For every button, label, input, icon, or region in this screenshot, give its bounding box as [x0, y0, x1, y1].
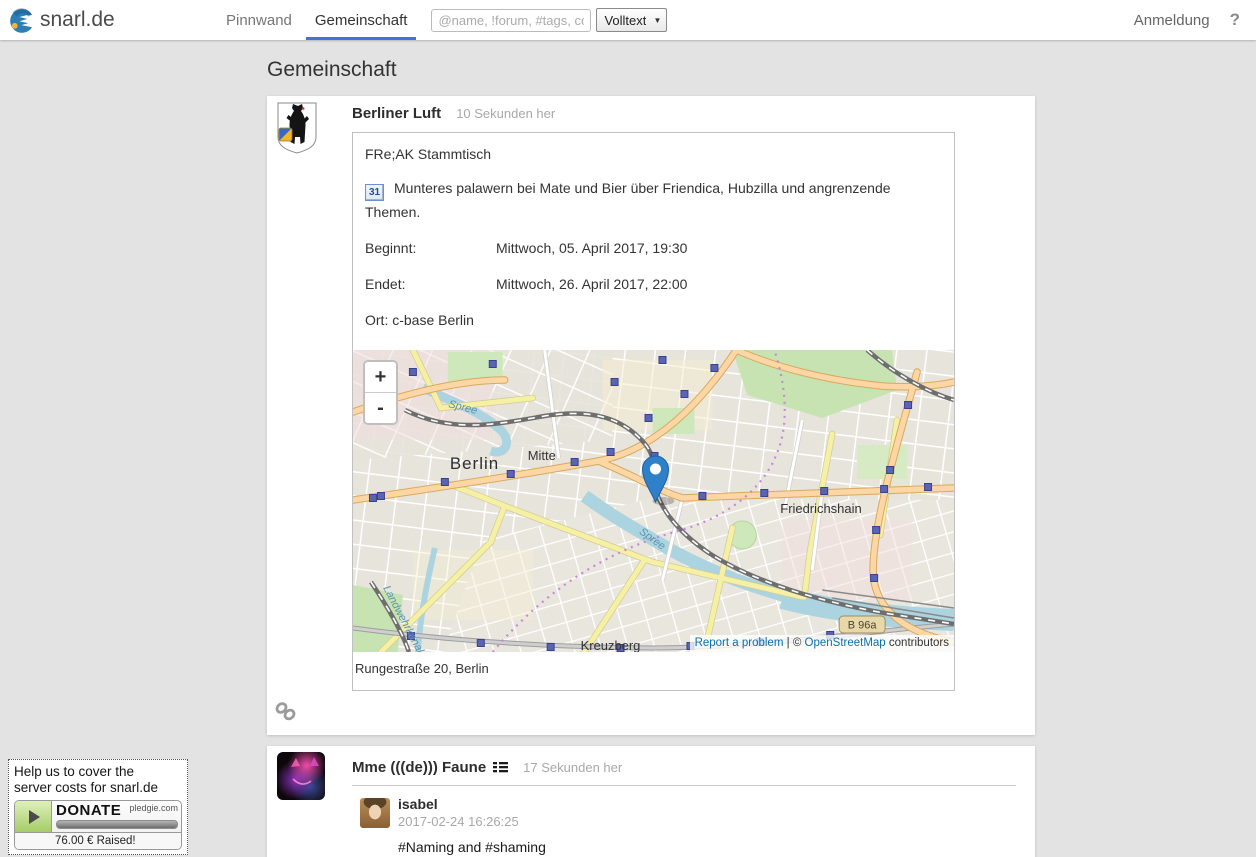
- avatar-berliner-luft[interactable]: [277, 102, 317, 159]
- community-page: Gemeinschaft Berliner Luft 10 Sekunden h…: [0, 40, 1256, 857]
- post-time: 10 Sekunden her: [456, 106, 555, 121]
- openstreetmap-link[interactable]: OpenStreetMap: [805, 637, 886, 649]
- svg-text:B 96a: B 96a: [848, 619, 878, 631]
- snarl-logo-icon: [8, 8, 33, 33]
- post-author[interactable]: Mme (((de))) Faune: [352, 759, 486, 776]
- map-label-kreuzberg: Kreuzberg: [581, 638, 641, 652]
- shared-text[interactable]: #Naming and #shaming: [398, 839, 1035, 855]
- pledgie-site-label: pledgie.com: [129, 802, 178, 813]
- map-label-mitte: Mitte: [528, 448, 556, 463]
- donate-label: DONATE: [56, 802, 121, 819]
- main-nav: Pinnwand Gemeinschaft: [217, 0, 421, 40]
- event-location: Ort: c-base Berlin: [365, 312, 942, 328]
- event-start-row: Beginnt:Mittwoch, 05. April 2017, 19:30: [365, 240, 942, 256]
- post-time: 17 Sekunden her: [523, 760, 622, 775]
- search-mode-select-wrap: Volltext ▼: [596, 8, 667, 32]
- post-berliner-luft: Berliner Luft 10 Sekunden her FRe;AK Sta…: [267, 96, 1035, 735]
- amount-raised: 76.00 € Raised!: [15, 832, 181, 849]
- calendar-icon: 31: [365, 184, 384, 201]
- post-author[interactable]: Berliner Luft: [352, 105, 441, 122]
- zoom-in-button[interactable]: +: [365, 362, 396, 392]
- post-mme-faune: Mme (((de))) Faune 17 Sekunden her isabe…: [267, 746, 1035, 857]
- event-end-row: Endet:Mittwoch, 26. April 2017, 22:00: [365, 276, 942, 292]
- forum-icon: [493, 761, 508, 773]
- navbar: snarl.de Pinnwand Gemeinschaft Volltext …: [0, 0, 1256, 40]
- cat-avatar-image: [277, 752, 325, 800]
- link-icon[interactable]: [275, 702, 297, 721]
- page-title: Gemeinschaft: [267, 58, 1256, 82]
- tab-gemeinschaft[interactable]: Gemeinschaft: [306, 0, 417, 40]
- avatar-isabel[interactable]: [360, 798, 390, 828]
- shared-timestamp: 2017-02-24 16:26:25: [398, 814, 1035, 829]
- report-problem-link[interactable]: Report a problem: [695, 637, 784, 649]
- map-label-friedrichshain: Friedrichshain: [780, 501, 861, 516]
- pledgie-play-icon: [15, 801, 52, 832]
- event-title: FRe;AK Stammtisch: [365, 146, 942, 162]
- osm-map[interactable]: B 96a Berlin Mitte Friedrichshain Kreuzb…: [353, 350, 954, 652]
- search-input[interactable]: [431, 9, 591, 32]
- road-ref-badge: B 96a: [839, 616, 885, 633]
- brand-name[interactable]: snarl.de: [40, 8, 115, 32]
- map-zoom-control: + -: [363, 360, 398, 425]
- map-attribution: Report a problem | © OpenStreetMap contr…: [690, 635, 954, 652]
- donate-text: Help us to cover the server costs for sn…: [14, 764, 182, 796]
- divider: [352, 785, 1016, 786]
- event-address: Rungestraße 20, Berlin: [353, 652, 954, 690]
- tab-pinnwand[interactable]: Pinnwand: [217, 0, 301, 40]
- pledgie-donate-button[interactable]: DONATE pledgie.com 76.00 € Raised!: [14, 800, 182, 850]
- shared-post: isabel 2017-02-24 16:26:25 #Naming and #…: [360, 796, 1035, 855]
- brand-link[interactable]: snarl.de: [8, 8, 217, 33]
- login-link[interactable]: Anmeldung: [1134, 12, 1210, 29]
- search-mode-select[interactable]: Volltext: [596, 8, 667, 32]
- event-description: 31Munteres palawern bei Mate und Bier üb…: [365, 177, 925, 223]
- help-icon[interactable]: ?: [1230, 10, 1240, 30]
- event-box: FRe;AK Stammtisch 31Munteres palawern be…: [352, 132, 955, 691]
- navbar-right: Anmeldung ?: [1134, 10, 1256, 30]
- donate-widget: Help us to cover the server costs for sn…: [8, 759, 188, 855]
- donation-progress-bar: [56, 820, 178, 829]
- shared-author[interactable]: isabel: [398, 796, 1035, 812]
- berlin-bear-shield-icon: [277, 102, 317, 154]
- avatar-mme-faune[interactable]: [277, 752, 325, 800]
- map-label-berlin: Berlin: [450, 454, 499, 473]
- zoom-out-button[interactable]: -: [365, 392, 396, 423]
